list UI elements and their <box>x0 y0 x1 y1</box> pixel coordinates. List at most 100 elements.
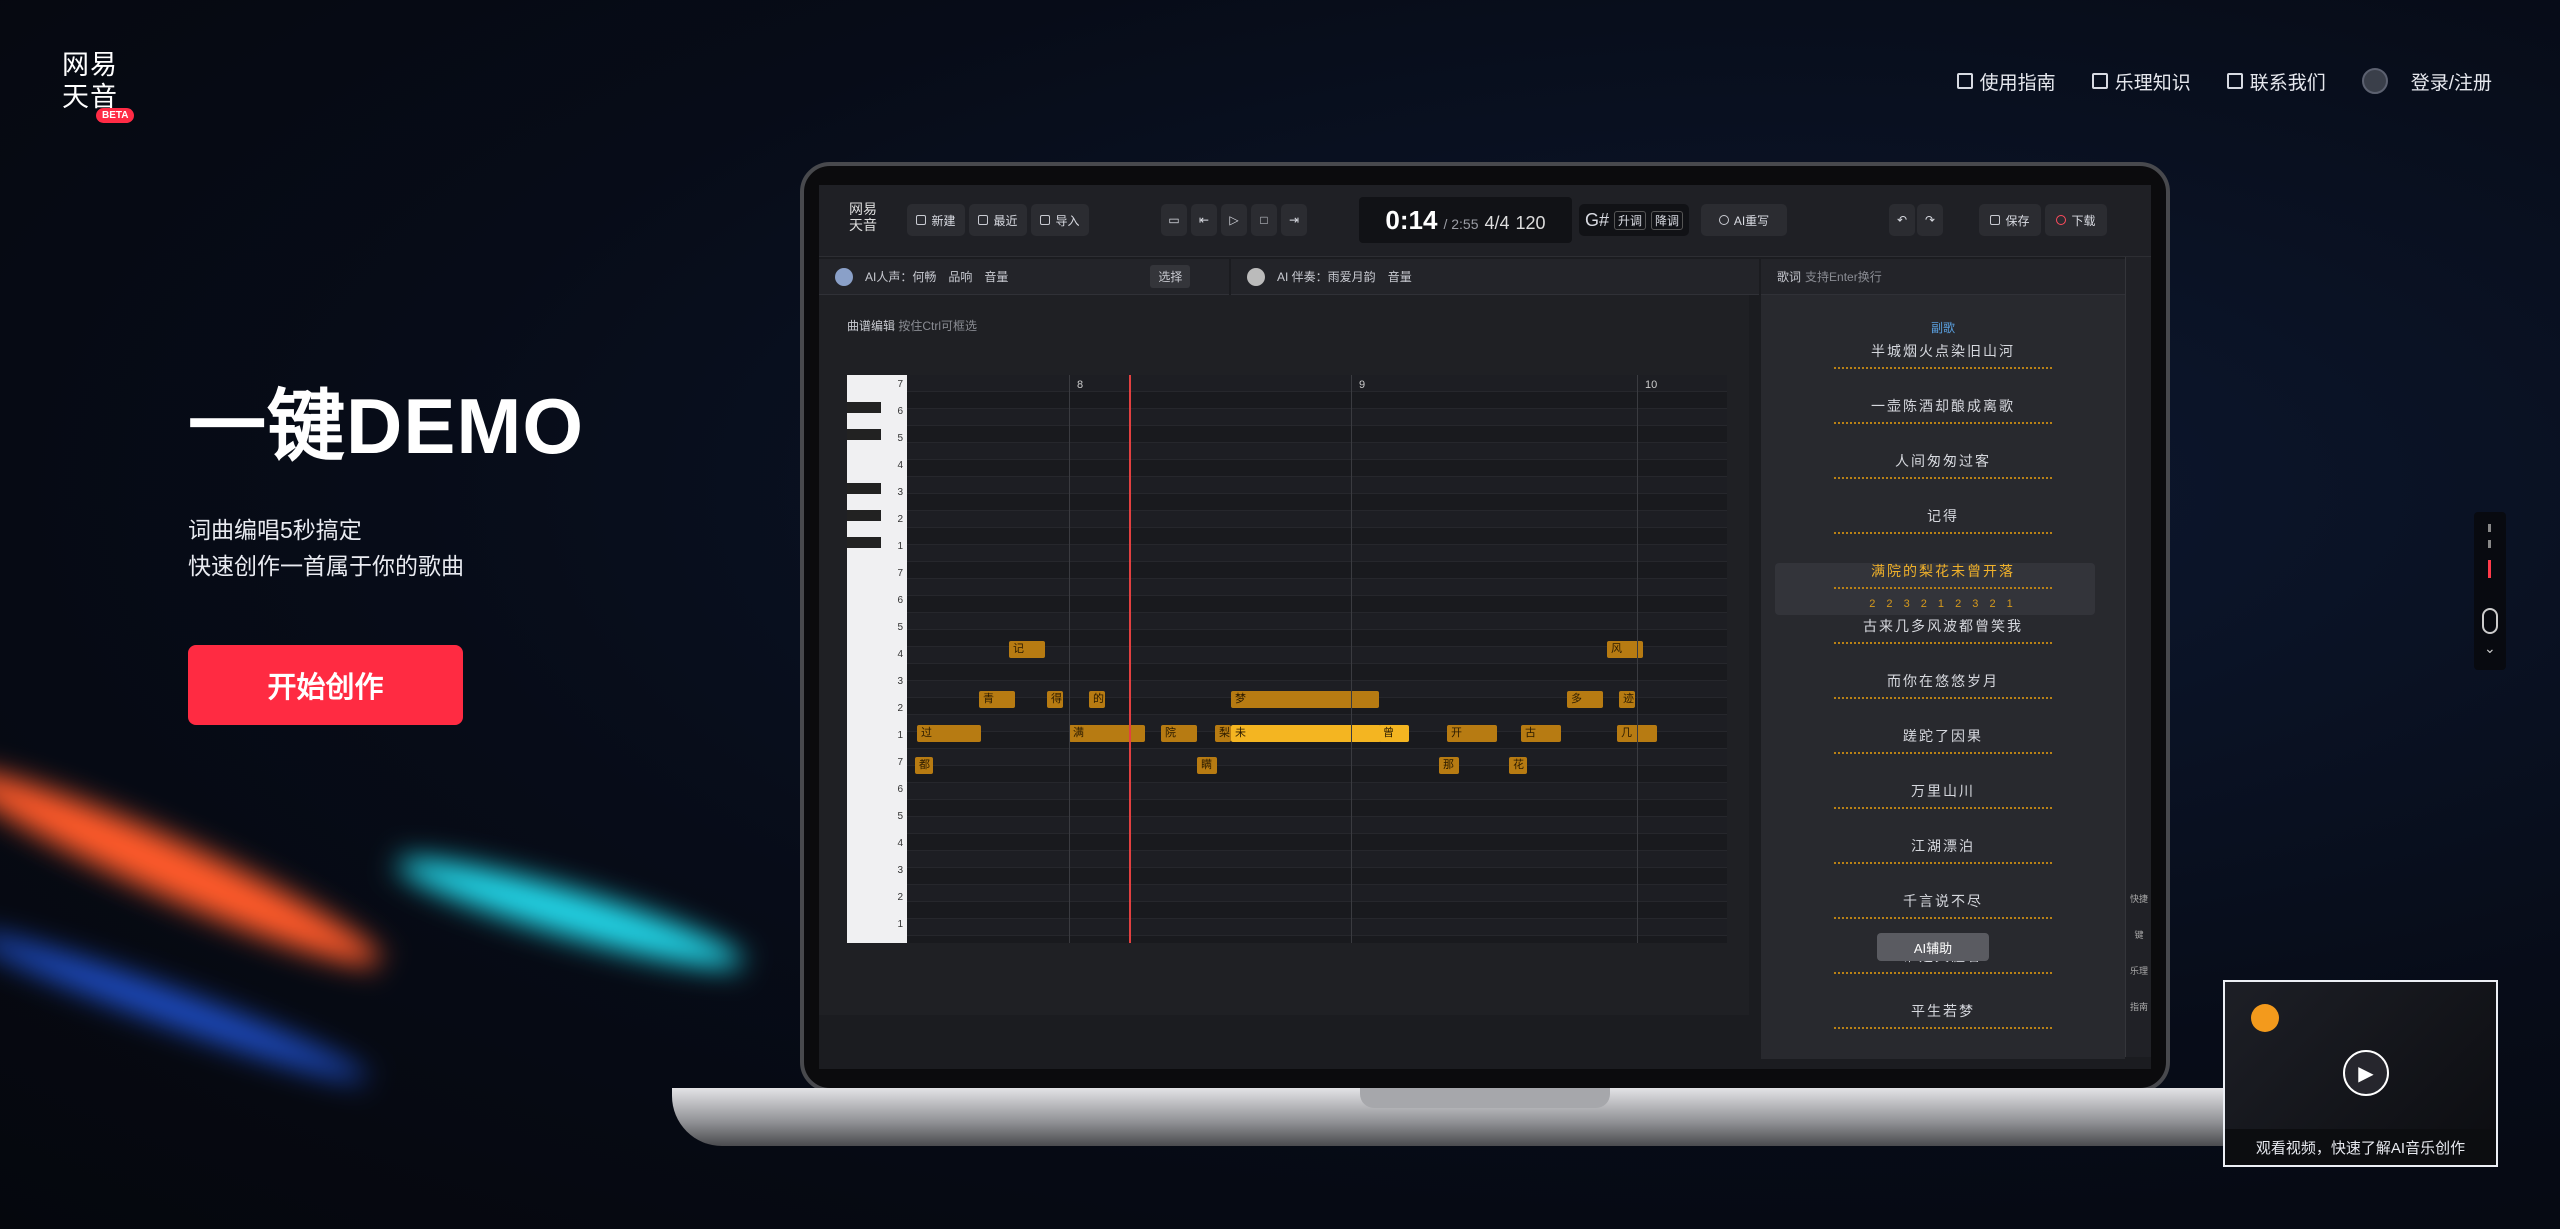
playhead[interactable] <box>1129 375 1131 943</box>
note-block[interactable]: 迹 <box>1619 691 1635 708</box>
ai-accomp-label[interactable]: AI 伴奏：雨爱月韵 <box>1277 268 1376 285</box>
note-block[interactable]: 未 <box>1231 725 1381 742</box>
piano-key-label: 6 <box>897 406 903 417</box>
lyric-line[interactable]: 一壶陈酒却酿成离歌 <box>1761 396 2125 424</box>
voice-volume[interactable]: 音量 <box>984 268 1008 285</box>
beta-badge: BETA <box>96 108 135 123</box>
note-block[interactable]: 花 <box>1509 757 1527 774</box>
app-logo-2: 天音 <box>849 217 877 233</box>
note-block[interactable]: 记 <box>1009 641 1045 658</box>
logo-text-1: 网易 <box>62 50 118 81</box>
note-block[interactable]: 满 <box>1069 725 1145 742</box>
scroll-dot-active <box>2488 560 2491 578</box>
lyric-line[interactable]: 人间匆匆过客 <box>1761 451 2125 479</box>
nav-theory[interactable]: 乐理知识 <box>2091 68 2191 95</box>
lyric-line[interactable]: 满院的梨花未曾开落 <box>1761 561 2125 589</box>
undo-button[interactable]: ↶ <box>1889 204 1915 236</box>
document-icon <box>2091 73 2108 89</box>
guide-tool[interactable]: 指南 <box>2128 989 2150 1025</box>
black-key[interactable] <box>847 483 881 494</box>
start-create-button[interactable]: 开始创作 <box>188 645 463 725</box>
note-block[interactable]: 多 <box>1567 691 1603 708</box>
nav-contact[interactable]: 联系我们 <box>2226 68 2326 95</box>
import-icon <box>1040 215 1051 225</box>
stop-button[interactable]: □ <box>1251 204 1277 236</box>
note-grid[interactable] <box>907 375 1727 943</box>
black-key[interactable] <box>847 510 881 521</box>
note-block[interactable]: 院 <box>1161 725 1197 742</box>
hero-subtitle-1: 词曲编唱5秒搞定 <box>188 517 362 543</box>
lyric-line[interactable]: 江湖漂泊 <box>1761 836 2125 864</box>
accomp-volume[interactable]: 音量 <box>1388 268 1412 285</box>
meter-value[interactable]: 4/4 <box>1485 213 1510 234</box>
lyric-line[interactable]: 蹉跎了因果 <box>1761 726 2125 754</box>
lyric-line[interactable]: 万里山川 <box>1761 781 2125 809</box>
import-button[interactable]: 导入 <box>1031 204 1089 236</box>
lyric-line[interactable]: 平生若梦 <box>1761 1001 2125 1029</box>
new-button[interactable]: 新建 <box>907 204 965 236</box>
note-block[interactable]: 过 <box>917 725 981 742</box>
note-block[interactable]: 梨 <box>1215 725 1231 742</box>
piano-key-label: 3 <box>897 676 903 687</box>
prev-button[interactable]: ⇤ <box>1191 204 1217 236</box>
editor-title: 曲谱编辑 按住Ctrl可框选 <box>847 317 977 334</box>
note-block[interactable]: 那 <box>1439 757 1459 774</box>
save-button[interactable]: 保存 <box>1979 204 2041 236</box>
hero-title: 一键DEMO <box>188 382 585 470</box>
ai-rewrite-label: AI重写 <box>1733 213 1770 228</box>
play-button[interactable]: ▷ <box>1221 204 1247 236</box>
note-block[interactable]: 的 <box>1089 691 1105 708</box>
lyric-line[interactable]: 千言说不尽 <box>1761 891 2125 919</box>
lyric-line[interactable]: 半城烟火点染旧山河 <box>1761 341 2125 369</box>
tempo-value[interactable]: 120 <box>1516 213 1546 234</box>
time-display: 0:14 / 2:55 4/4 120 <box>1359 197 1572 243</box>
lyric-line[interactable]: 而你在悠悠岁月 <box>1761 671 2125 699</box>
measure-line <box>1069 375 1070 943</box>
login-button[interactable]: 登录/注册 <box>2361 68 2492 95</box>
piano-keys[interactable]: 7 6 5 4 3 2 1 7 6 5 4 3 2 1 7 6 5 4 3 2 1 <box>847 375 907 943</box>
note-block[interactable]: 古 <box>1521 725 1561 742</box>
nav-guide[interactable]: 使用指南 <box>1956 68 2056 95</box>
ai-rewrite-button[interactable]: AI重写 <box>1701 204 1787 236</box>
recent-label: 最近 <box>993 213 1018 228</box>
tone-label[interactable]: 品响 <box>948 268 972 285</box>
light-streak <box>390 841 750 985</box>
next-button[interactable]: ⇥ <box>1281 204 1307 236</box>
black-key[interactable] <box>847 429 881 440</box>
video-thumbnail[interactable]: ▶ 观看视频，快速了解AI音乐创作 <box>2223 980 2498 1167</box>
ai-voice-label[interactable]: AI人声：何畅 <box>865 268 936 285</box>
video-caption: 观看视频，快速了解AI音乐创作 <box>2225 1129 2496 1165</box>
top-nav: 使用指南 乐理知识 联系我们 登录/注册 <box>1956 66 2492 96</box>
ai-assist-button[interactable]: AI辅助 <box>1877 933 1989 961</box>
piano-key-label: 4 <box>897 460 903 471</box>
loop-button[interactable]: ▭ <box>1161 204 1187 236</box>
key-control[interactable]: G# 升调 降调 <box>1579 204 1689 236</box>
note-block[interactable]: 都 <box>915 757 933 774</box>
note-block[interactable]: 曾 <box>1379 725 1409 742</box>
black-key[interactable] <box>847 537 881 548</box>
shortcut-tool[interactable]: 快捷键 <box>2128 881 2150 953</box>
play-icon[interactable]: ▶ <box>2343 1050 2389 1096</box>
accomp-bar: AI 伴奏：雨爱月韵 音量 <box>1231 259 1759 295</box>
recent-button[interactable]: 最近 <box>969 204 1027 236</box>
key-up-button[interactable]: 升调 <box>1613 210 1646 230</box>
right-tool-strip: 快捷键 乐理 指南 <box>2125 257 2151 1057</box>
redo-button[interactable]: ↷ <box>1917 204 1943 236</box>
note-block[interactable]: 青 <box>979 691 1015 708</box>
editor-title-text: 曲谱编辑 <box>847 319 896 333</box>
brand-logo[interactable]: 网易 天音 BETA <box>62 50 135 128</box>
download-button[interactable]: 下载 <box>2045 204 2107 236</box>
note-block[interactable]: 得 <box>1047 691 1063 708</box>
ai-icon <box>1718 215 1729 225</box>
lyric-line[interactable]: 古来几多风波都曾笑我 <box>1761 616 2125 644</box>
theory-tool[interactable]: 乐理 <box>2128 953 2150 989</box>
black-key[interactable] <box>847 402 881 413</box>
key-down-button[interactable]: 降调 <box>1651 210 1684 230</box>
choose-button[interactable]: 选择 <box>1150 265 1191 288</box>
note-block[interactable]: 开 <box>1447 725 1497 742</box>
note-block[interactable]: 梦 <box>1231 691 1379 708</box>
lyric-line[interactable]: 记得 <box>1761 506 2125 534</box>
piano-key-label: 3 <box>897 865 903 876</box>
piano-key-label: 2 <box>897 703 903 714</box>
note-block[interactable]: 瞒 <box>1197 757 1217 774</box>
